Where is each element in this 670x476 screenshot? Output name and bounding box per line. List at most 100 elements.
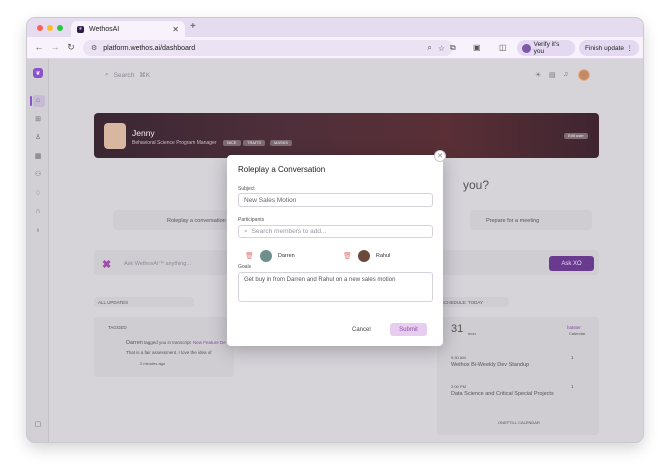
wethos-logo-icon[interactable]: ❦ — [33, 68, 43, 78]
full-calendar-link[interactable]: ONEFTILL CALENDAR — [498, 420, 540, 425]
tab-title: WethosAI — [89, 25, 120, 33]
maximize-window-button[interactable] — [57, 25, 63, 31]
ask-input[interactable]: Ask WethosAI™ anything... — [124, 261, 191, 267]
profile-role: Behavioral Science Program Manager — [132, 140, 217, 146]
ask-xo-label: Ask XO — [561, 260, 582, 267]
inbox-icon[interactable]: ▤ — [549, 71, 556, 79]
event-attendee-count: 1 — [571, 355, 574, 360]
search-placeholder: Search — [113, 71, 135, 79]
collapse-sidebar-icon[interactable]: ▢ — [34, 421, 42, 429]
url-text[interactable]: platform.wethos.ai/dashboard — [103, 45, 421, 52]
team-icon[interactable]: ⚇ — [34, 171, 42, 179]
greeting-heading: you? — [463, 178, 490, 192]
submit-label: Submit — [399, 326, 418, 333]
search-icon: ⌕ — [105, 71, 109, 78]
active-indicator — [30, 96, 32, 106]
cancel-button[interactable]: Cancel — [352, 327, 371, 333]
goals-label: Goals — [238, 264, 252, 270]
grid-icon[interactable]: ⊞ — [34, 116, 42, 124]
more-options-icon[interactable]: ⋮ — [627, 44, 634, 52]
profile-tag[interactable]: MASKS — [270, 140, 293, 146]
tab-search-icon[interactable]: ◫ — [499, 43, 507, 52]
finish-update-button[interactable]: Finish update ⋮ — [579, 40, 639, 56]
feed-time: 2 minutes ago — [140, 361, 166, 366]
participants-placeholder: Search members to add... — [251, 228, 327, 235]
profile-banner: Jenny Behavioral Science Program Manager… — [94, 113, 599, 158]
person-icon[interactable]: ♙ — [34, 134, 42, 142]
zoom-icon[interactable]: ⌕ — [427, 43, 431, 53]
browser-tab[interactable]: ❦ WethosAI ✕ — [71, 21, 185, 37]
verify-identity-button[interactable]: Verify it's you — [517, 40, 575, 56]
close-window-button[interactable] — [37, 25, 43, 31]
global-search[interactable]: ⌕ Search ⌘K — [105, 71, 150, 79]
browser-toolbar: ← → ↻ ⚙ platform.wethos.ai/dashboard ⌕ ☆… — [27, 37, 643, 59]
event-title[interactable]: Wethos Bi-Weekly Dev Standup — [451, 362, 529, 368]
address-bar[interactable]: ⚙ platform.wethos.ai/dashboard ⌕ ☆ — [83, 40, 453, 56]
participant-chip: 🗑 Darren — [245, 250, 295, 262]
event-time: 9:30 AM — [451, 355, 466, 360]
back-arrow-icon[interactable]: ← — [33, 42, 45, 52]
profile-photo — [104, 123, 126, 149]
profile-name: Jenny — [132, 128, 155, 138]
goals-textarea[interactable]: Get buy in from Darren and Rahul on a ne… — [238, 272, 433, 302]
minimize-window-button[interactable] — [47, 25, 53, 31]
roleplay-modal: ✕ Roleplay a Conversation Subject New Sa… — [227, 150, 446, 346]
sidebar: ❦ ⌂ ⊞ ♙ ▦ ⚇ ♢ ∩ ♁ ▢ — [27, 59, 49, 442]
bookmark-star-icon[interactable]: ☆ — [438, 44, 445, 53]
participant-chip: 🗑 Rahul — [343, 250, 390, 262]
updates-filter-label: ALL UPDATES — [98, 300, 129, 305]
trash-icon[interactable]: 🗑 — [245, 252, 254, 260]
site-settings-icon[interactable]: ⚙ — [91, 44, 97, 52]
feed-author: Darren — [126, 340, 143, 346]
calendar-month: mon — [468, 331, 476, 336]
feed-action: tagged you in transcript — [144, 340, 191, 345]
tab-close-icon[interactable]: ✕ — [172, 25, 179, 34]
participant-avatar — [357, 250, 370, 262]
edit-user-button[interactable]: Edit user — [564, 133, 588, 139]
submit-button[interactable]: Submit — [390, 323, 427, 336]
profile-tag[interactable]: NICE — [223, 140, 241, 146]
feed-quote: That is a fair assessment. I love the id… — [126, 350, 212, 355]
calendar-day: 31 — [451, 323, 464, 335]
meeting-card-label: Prepare for a meeting — [486, 218, 540, 224]
extensions-icon[interactable]: ⧉ — [450, 43, 456, 53]
forward-arrow-icon[interactable]: → — [49, 42, 61, 52]
subject-label: Subject — [238, 186, 255, 192]
finish-update-label: Finish update — [585, 44, 625, 52]
subject-input[interactable]: New Sales Motion — [238, 193, 433, 207]
verify-label: Verify it's you — [533, 41, 560, 55]
close-icon[interactable]: ✕ — [434, 150, 446, 162]
cast-icon[interactable]: ▣ — [473, 43, 481, 52]
modal-title: Roleplay a Conversation — [238, 165, 326, 174]
calendar-icon[interactable]: ▦ — [34, 153, 42, 161]
headset-icon[interactable]: ∩ — [34, 208, 42, 216]
wethos-favicon-icon: ❦ — [77, 25, 84, 33]
calendar-provider: hatster — [567, 325, 581, 330]
user-avatar[interactable] — [578, 69, 590, 81]
tab-strip: ❦ WethosAI ✕ + — [27, 18, 643, 37]
home-icon[interactable]: ⌂ — [34, 97, 42, 105]
profile-tag[interactable]: TRAITS — [243, 140, 266, 146]
calendar-provider-sub: Calendar — [569, 331, 586, 336]
reload-icon[interactable]: ↻ — [65, 42, 77, 53]
wethos-x-icon: ✖ — [102, 259, 112, 271]
event-title[interactable]: Data Science and Critical Special Projec… — [451, 391, 554, 397]
theme-toggle-icon[interactable]: ☀ — [535, 71, 541, 79]
event-attendee-count: 1 — [571, 384, 574, 389]
roleplay-card-label: Roleplay a conversation — [167, 218, 226, 224]
feed-link[interactable]: New Feature De — [193, 340, 226, 345]
microphone-icon[interactable]: ♁ — [34, 227, 42, 235]
participants-search-input[interactable]: ⌕ Search members to add... — [238, 225, 433, 238]
event-time: 2:00 PM — [451, 384, 466, 389]
profile-avatar — [522, 43, 531, 53]
participants-label: Participants — [238, 217, 265, 223]
trash-icon[interactable]: 🗑 — [343, 252, 352, 260]
goals-text: Get buy in from Darren and Rahul on a ne… — [244, 277, 396, 283]
participant-name: Rahul — [375, 253, 391, 259]
participant-name: Darren — [277, 253, 295, 259]
participant-avatar — [259, 250, 272, 262]
new-tab-button[interactable]: + — [190, 21, 196, 32]
notifications-icon[interactable]: ♫ — [563, 71, 568, 78]
lightbulb-icon[interactable]: ♢ — [34, 190, 42, 198]
ask-xo-button[interactable]: Ask XO — [549, 256, 594, 271]
